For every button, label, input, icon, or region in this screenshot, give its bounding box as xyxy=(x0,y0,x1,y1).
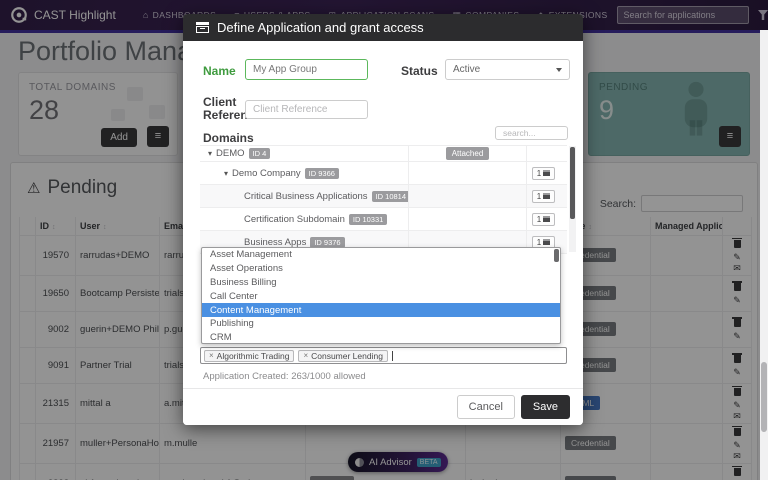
status-value: Active xyxy=(453,64,481,75)
tree-node-label: DEMO xyxy=(216,148,245,159)
tree-node-button-cell: 1 xyxy=(526,208,560,230)
tree-node-label: Certification Subdomain xyxy=(244,213,345,225)
tag-chip: × Algorithmic Trading xyxy=(204,349,295,362)
tree-node-button-cell: 1 xyxy=(526,162,560,184)
tree-node-name: ▾ Demo Company ID 9366 xyxy=(200,167,408,179)
domains-search-input[interactable] xyxy=(495,126,568,140)
tag-label: Algorithmic Trading xyxy=(216,350,290,361)
business-function-dropdown: Asset Management Asset Operations Business… xyxy=(201,247,561,344)
tree-node-name: Business Apps ID 9376 xyxy=(200,236,408,248)
tree-node-id-badge: ID 4 xyxy=(248,148,271,159)
tree-node-attached-cell: Attached xyxy=(408,146,526,161)
client-reference-label: Client Reference xyxy=(203,95,262,122)
archive-icon xyxy=(196,22,209,33)
apps-box-icon xyxy=(543,170,551,176)
tree-row-demo[interactable]: ▾ DEMO ID 4 Attached xyxy=(200,146,567,162)
dropdown-option[interactable]: Business Billing xyxy=(202,276,560,290)
name-input[interactable] xyxy=(245,59,368,80)
tree-node-name: Certification Subdomain ID 10331 xyxy=(200,213,408,225)
attach-count: 1 xyxy=(536,214,542,224)
page-scrollbar[interactable] xyxy=(760,30,768,480)
tree-node-id-badge: ID 10331 xyxy=(348,213,388,225)
page-scrollbar-thumb[interactable] xyxy=(761,362,767,432)
name-label: Name xyxy=(203,64,236,78)
define-application-modal: Define Application and grant access Name… xyxy=(183,14,583,425)
modal-footer: Cancel Save xyxy=(183,388,583,425)
attach-count: 1 xyxy=(536,237,542,247)
attached-badge: Attached xyxy=(445,147,490,160)
tree-node-name: ▾ DEMO ID 4 xyxy=(200,148,408,159)
modal-header: Define Application and grant access xyxy=(183,14,583,41)
domains-label: Domains xyxy=(203,131,254,145)
dropdown-scrollbar-thumb[interactable] xyxy=(554,249,559,262)
attach-apps-button[interactable]: 1 xyxy=(531,166,556,180)
application-quota-note: Application Created: 263/1000 allowed xyxy=(203,371,366,382)
save-button[interactable]: Save xyxy=(520,395,570,419)
tree-row-demo-company[interactable]: ▾ Demo Company ID 9366 1 xyxy=(200,162,567,185)
tree-node-attached-cell xyxy=(408,162,526,184)
remove-tag-icon[interactable]: × xyxy=(209,351,214,360)
tree-node-button-cell: 1 xyxy=(526,185,560,207)
tree-node-name: Critical Business Applications ID 10814 xyxy=(200,190,408,202)
status-label: Status xyxy=(401,64,438,78)
attach-apps-button[interactable]: 1 xyxy=(531,212,556,226)
dropdown-option[interactable]: Asset Management xyxy=(202,248,560,262)
tree-node-id-badge: ID 9376 xyxy=(310,236,345,248)
attach-apps-button[interactable]: 1 xyxy=(531,189,556,203)
tree-node-button-cell xyxy=(526,146,560,161)
modal-title: Define Application and grant access xyxy=(217,20,424,35)
dropdown-option[interactable]: Publishing xyxy=(202,317,560,331)
client-reference-input[interactable] xyxy=(245,100,368,119)
tag-chip: × Consumer Lending xyxy=(298,349,388,362)
dropdown-option[interactable]: Call Center xyxy=(202,289,560,303)
tags-input[interactable]: × Algorithmic Trading × Consumer Lending xyxy=(200,347,567,364)
domains-tree: ▾ DEMO ID 4 Attached ▾ Demo Company ID 9366 1 Cr… xyxy=(200,145,576,254)
tree-node-label: Critical Business Applications xyxy=(244,190,368,202)
status-select[interactable]: Active xyxy=(445,59,570,80)
tree-row-certification-subdomain[interactable]: Certification Subdomain ID 10331 1 xyxy=(200,208,567,231)
tree-scrollbar-thumb[interactable] xyxy=(570,147,575,219)
tree-node-attached-cell xyxy=(408,208,526,230)
tree-node-id-badge: ID 9366 xyxy=(304,167,339,179)
tree-node-id-badge: ID 10814 xyxy=(371,190,408,202)
remove-tag-icon[interactable]: × xyxy=(303,351,308,360)
apps-box-icon xyxy=(543,193,551,199)
caret-down-icon[interactable]: ▾ xyxy=(224,169,228,178)
dropdown-option[interactable]: Asset Operations xyxy=(202,262,560,276)
screen: CAST Highlight ⌂DASHBOARDS≡USERS & APPS⊞… xyxy=(0,0,768,480)
apps-box-icon xyxy=(543,239,551,245)
chevron-down-icon xyxy=(556,67,562,72)
tree-node-attached-cell xyxy=(408,185,526,207)
text-cursor xyxy=(391,350,393,361)
apps-box-icon xyxy=(543,216,551,222)
cancel-button[interactable]: Cancel xyxy=(456,395,515,419)
attach-count: 1 xyxy=(536,168,542,178)
tree-row-critical-business-applications[interactable]: Critical Business Applications ID 10814 1 xyxy=(200,185,567,208)
attach-count: 1 xyxy=(536,191,542,201)
tree-scrollbar[interactable] xyxy=(569,146,576,252)
tag-label: Consumer Lending xyxy=(311,350,383,361)
caret-down-icon[interactable]: ▾ xyxy=(208,149,212,158)
tree-node-label: Demo Company xyxy=(232,167,301,179)
tree-node-label: Business Apps xyxy=(244,236,307,248)
dropdown-option[interactable]: Content Management xyxy=(202,303,560,317)
dropdown-option[interactable]: CRM xyxy=(202,331,560,343)
